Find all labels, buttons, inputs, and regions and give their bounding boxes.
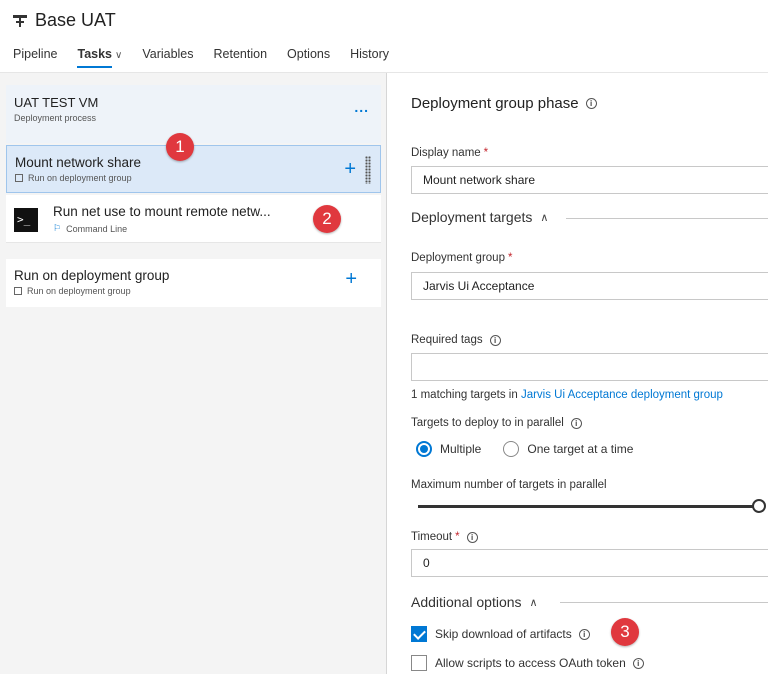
timeout-input[interactable]: 0 — [411, 549, 768, 577]
phase-name: Mount network share — [15, 155, 142, 170]
section-divider — [560, 602, 768, 603]
command-line-icon: >_ — [14, 208, 38, 232]
more-icon[interactable]: ... — [354, 99, 369, 115]
skip-download-checkbox[interactable] — [411, 626, 427, 642]
tab-options[interactable]: Options — [287, 47, 330, 61]
radio-one-at-a-time[interactable] — [503, 441, 520, 457]
add-task-button[interactable]: + — [345, 269, 357, 289]
oauth-token-checkbox[interactable] — [411, 655, 427, 671]
panel-title: Deployment group phase i — [411, 95, 597, 112]
info-icon[interactable]: i — [585, 98, 597, 109]
radio-multiple-label[interactable]: Multiple — [440, 442, 481, 456]
radio-one-at-a-time-label[interactable]: One target at a time — [527, 442, 633, 456]
tab-history[interactable]: History — [350, 47, 389, 61]
parallel-label-text: Targets to deploy to in parallel — [411, 417, 564, 429]
matching-targets-text: 1 matching targets in Jarvis Ui Acceptan… — [411, 389, 723, 401]
phase-subtitle-text: Run on deployment group — [28, 173, 132, 183]
deployment-group-label-text: Deployment group — [411, 252, 505, 264]
info-icon[interactable]: i — [489, 334, 501, 346]
additional-options-header[interactable]: Additional options ∧ — [411, 594, 538, 610]
task-subtitle: ⚐ Command Line — [53, 223, 127, 234]
max-targets-slider-track[interactable] — [418, 505, 754, 508]
process-panel: UAT TEST VM Deployment process ... Mount… — [0, 73, 387, 674]
phase-subtitle-text: Run on deployment group — [27, 286, 131, 296]
process-header[interactable]: UAT TEST VM Deployment process ... — [6, 85, 381, 143]
tab-tasks[interactable]: Tasks ∨ — [77, 47, 123, 68]
required-marker: * — [483, 147, 489, 159]
caret-up-icon: ∧ — [529, 596, 538, 609]
matching-prefix: 1 matching targets in — [411, 389, 521, 401]
parallel-radio-group: Multiple One target at a time — [416, 441, 655, 457]
display-name-label-text: Display name — [411, 147, 481, 159]
callout-badge-3: 3 — [611, 618, 639, 646]
tab-retention[interactable]: Retention — [214, 47, 268, 61]
display-name-input[interactable]: Mount network share — [411, 166, 768, 194]
additional-options-heading: Additional options — [411, 594, 522, 610]
tab-tasks-label: Tasks — [77, 47, 112, 61]
required-tags-label: Required tags i — [411, 334, 501, 346]
phase-subtitle: Run on deployment group — [15, 173, 132, 183]
page-header: Base UAT Pipeline Tasks ∨ Variables Reten… — [0, 0, 768, 72]
deployment-group-label: Deployment group * — [411, 252, 512, 264]
process-title: UAT TEST VM — [14, 95, 99, 110]
drag-handle-icon[interactable] — [365, 156, 371, 184]
callout-badge-1: 1 — [166, 133, 194, 161]
phase-settings-panel: Deployment group phase i Display name * M… — [388, 73, 768, 674]
info-icon[interactable]: i — [578, 628, 590, 640]
panel-title-text: Deployment group phase — [411, 95, 579, 112]
phase-name: Run on deployment group — [14, 268, 170, 283]
task-subtitle-text: Command Line — [66, 223, 128, 234]
page-title: Base UAT — [35, 10, 116, 30]
skip-download-label[interactable]: Skip download of artifacts — [435, 627, 572, 641]
tab-pipeline[interactable]: Pipeline — [13, 47, 57, 61]
parallel-label: Targets to deploy to in parallel i — [411, 417, 582, 429]
task-name: Run net use to mount remote netw... — [53, 204, 271, 219]
callout-badge-2: 2 — [313, 205, 341, 233]
add-task-button[interactable]: + — [344, 159, 356, 179]
skip-download-row: Skip download of artifacts i — [411, 626, 590, 642]
info-icon[interactable]: i — [632, 657, 644, 669]
section-divider — [566, 218, 768, 219]
phase-mount-network-share[interactable]: Mount network share Run on deployment gr… — [6, 145, 381, 193]
deployment-group-link[interactable]: Jarvis Ui Acceptance deployment group — [521, 389, 723, 401]
process-subtitle: Deployment process — [14, 113, 97, 123]
caret-up-icon: ∧ — [540, 211, 549, 224]
phase-subtitle: Run on deployment group — [14, 286, 131, 296]
max-targets-label: Maximum number of targets in parallel — [411, 479, 607, 491]
timeout-label-text: Timeout — [411, 531, 453, 543]
required-tags-label-text: Required tags — [411, 334, 483, 346]
oauth-token-label[interactable]: Allow scripts to access OAuth token — [435, 656, 626, 670]
pipeline-icon — [13, 14, 27, 28]
tab-bar: Pipeline Tasks ∨ Variables Retention Opti… — [13, 47, 409, 68]
display-name-label: Display name * — [411, 147, 488, 159]
chevron-down-icon: ∨ — [115, 50, 123, 61]
required-marker: * — [507, 252, 513, 264]
deployment-targets-header[interactable]: Deployment targets ∧ — [411, 209, 548, 225]
max-targets-slider-thumb[interactable] — [752, 499, 766, 513]
oauth-token-row: Allow scripts to access OAuth token i — [411, 655, 644, 671]
required-marker: * — [455, 531, 460, 543]
flag-icon: ⚐ — [53, 223, 62, 233]
info-icon[interactable]: i — [466, 531, 478, 543]
deployment-group-select[interactable]: Jarvis Ui Acceptance — [411, 272, 768, 300]
deployment-group-icon — [15, 174, 23, 182]
phase-run-on-deployment-group[interactable]: Run on deployment group Run on deploymen… — [6, 259, 381, 307]
title-row: Base UAT — [13, 10, 116, 31]
required-tags-input[interactable] — [411, 353, 768, 381]
timeout-label: Timeout * i — [411, 531, 478, 543]
tab-variables[interactable]: Variables — [142, 47, 193, 61]
radio-multiple[interactable] — [416, 441, 432, 457]
deployment-group-icon — [14, 287, 22, 295]
deployment-targets-heading: Deployment targets — [411, 209, 533, 225]
info-icon[interactable]: i — [570, 417, 582, 429]
